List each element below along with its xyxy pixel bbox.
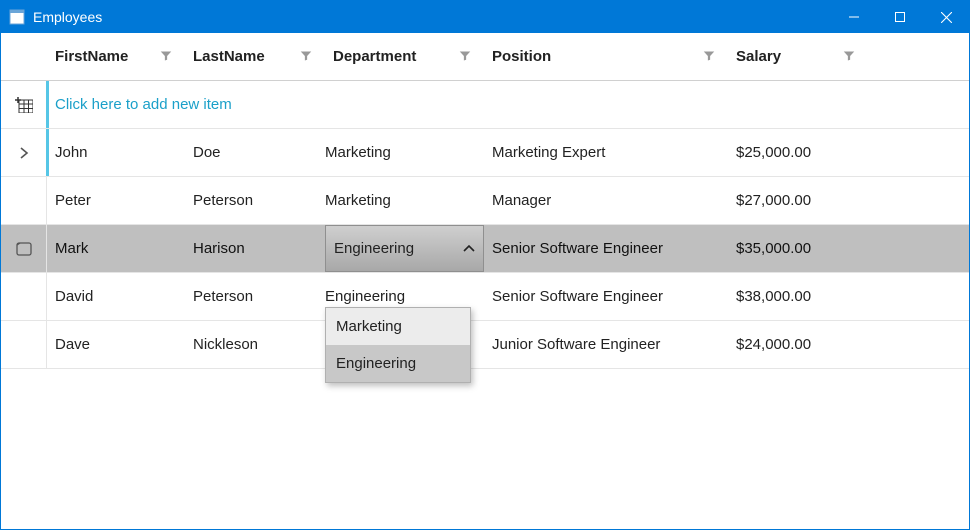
row-indicator[interactable]	[1, 273, 47, 320]
cell-firstname[interactable]: Peter	[47, 177, 185, 224]
dropdown-option[interactable]: Engineering	[326, 345, 470, 382]
column-header-lastname[interactable]: LastName	[185, 33, 325, 80]
column-label: FirstName	[55, 48, 128, 65]
row-marker	[46, 81, 49, 128]
cell-salary[interactable]: $27,000.00	[728, 177, 868, 224]
cell-position[interactable]: Senior Software Engineer	[484, 273, 728, 320]
table-row[interactable]: MarkHarison Engineering Senior Software En…	[1, 225, 969, 273]
app-icon	[9, 9, 25, 25]
cell-position[interactable]: Manager	[484, 177, 728, 224]
table-row[interactable]: PeterPetersonMarketingManager$27,000.00	[1, 177, 969, 225]
rows-container: JohnDoeMarketingMarketing Expert$25,000.…	[1, 129, 969, 369]
filter-icon[interactable]	[160, 50, 174, 64]
filter-icon[interactable]	[300, 50, 314, 64]
row-indicator-header	[1, 33, 47, 80]
column-label: Position	[492, 48, 551, 65]
column-header-department[interactable]: Department	[325, 33, 484, 80]
row-marker	[46, 129, 49, 176]
row-indicator[interactable]	[1, 321, 47, 368]
column-label: LastName	[193, 48, 265, 65]
row-indicator[interactable]	[1, 225, 47, 272]
column-header-salary[interactable]: Salary	[728, 33, 868, 80]
chevron-up-icon	[463, 245, 475, 253]
cell-department[interactable]: Engineering	[325, 225, 484, 272]
data-grid: FirstName LastName Department Position S…	[1, 33, 969, 369]
cell-lastname[interactable]: Harison	[185, 225, 325, 272]
edit-row-icon	[16, 242, 32, 256]
cell-lastname[interactable]: Peterson	[185, 273, 325, 320]
filter-icon[interactable]	[703, 50, 717, 64]
cell-position[interactable]: Senior Software Engineer	[484, 225, 728, 272]
filter-icon[interactable]	[843, 50, 857, 64]
column-header-firstname[interactable]: FirstName	[47, 33, 185, 80]
add-new-row[interactable]: Click here to add new item	[1, 81, 969, 129]
add-new-text[interactable]: Click here to add new item	[47, 81, 969, 128]
row-indicator[interactable]	[1, 129, 47, 176]
column-label: Salary	[736, 48, 781, 65]
add-row-icon	[15, 97, 33, 113]
cell-firstname[interactable]: David	[47, 273, 185, 320]
cell-salary[interactable]: $24,000.00	[728, 321, 868, 368]
cell-firstname[interactable]: John	[47, 129, 185, 176]
cell-department[interactable]: Marketing	[325, 177, 484, 224]
column-header-row: FirstName LastName Department Position S…	[1, 33, 969, 81]
table-row[interactable]: JohnDoeMarketingMarketing Expert$25,000.…	[1, 129, 969, 177]
maximize-button[interactable]	[877, 1, 923, 33]
cell-firstname[interactable]: Mark	[47, 225, 185, 272]
column-label: Department	[333, 48, 416, 65]
cell-salary[interactable]: $35,000.00	[728, 225, 868, 272]
cell-department[interactable]: Marketing	[325, 129, 484, 176]
cell-firstname[interactable]: Dave	[47, 321, 185, 368]
cell-lastname[interactable]: Nickleson	[185, 321, 325, 368]
cell-lastname[interactable]: Doe	[185, 129, 325, 176]
cell-salary[interactable]: $38,000.00	[728, 273, 868, 320]
department-dropdown[interactable]: MarketingEngineering	[325, 307, 471, 383]
combobox-value: Engineering	[334, 240, 414, 257]
filter-icon[interactable]	[459, 50, 473, 64]
department-combobox[interactable]: Engineering	[325, 225, 484, 272]
close-button[interactable]	[923, 1, 969, 33]
cell-salary[interactable]: $25,000.00	[728, 129, 868, 176]
minimize-button[interactable]	[831, 1, 877, 33]
cell-lastname[interactable]: Peterson	[185, 177, 325, 224]
cell-position[interactable]: Marketing Expert	[484, 129, 728, 176]
table-row[interactable]: DavidPetersonEngineeringSenior Software …	[1, 273, 969, 321]
cell-position[interactable]: Junior Software Engineer	[484, 321, 728, 368]
dropdown-option[interactable]: Marketing	[326, 308, 470, 345]
chevron-right-icon	[19, 147, 29, 159]
add-new-indicator	[1, 81, 47, 128]
table-row[interactable]: DaveNicklesonEngineeringJunior Software …	[1, 321, 969, 369]
window-title: Employees	[33, 9, 102, 25]
titlebar: Employees	[1, 1, 969, 33]
row-indicator[interactable]	[1, 177, 47, 224]
column-header-position[interactable]: Position	[484, 33, 728, 80]
